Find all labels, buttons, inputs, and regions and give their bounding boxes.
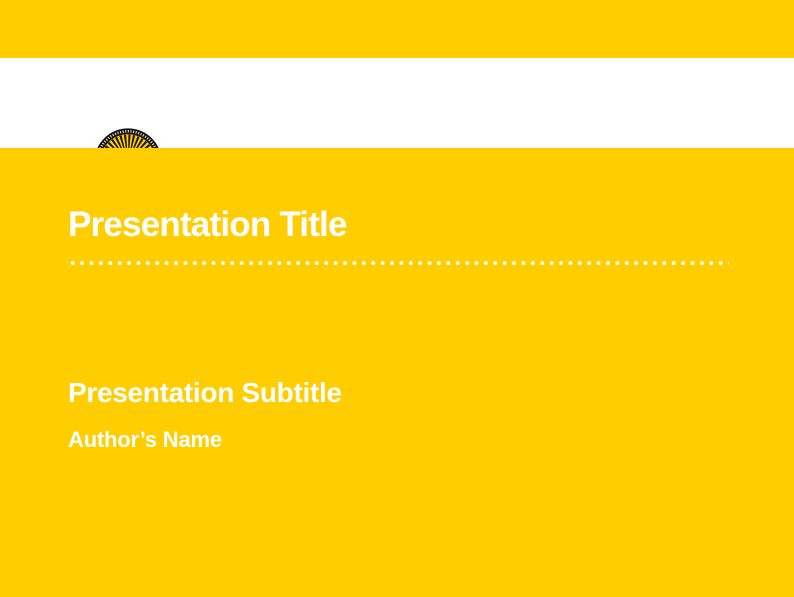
logo-band: Utrecht University	[0, 58, 794, 148]
presentation-title-slide: Utrecht University Presentation Title Pr…	[0, 0, 794, 597]
top-yellow-band	[0, 0, 794, 58]
author-name: Author’s Name	[68, 426, 222, 453]
dotted-divider-line	[68, 259, 729, 267]
presentation-subtitle: Presentation Subtitle	[68, 376, 342, 409]
presentation-title: Presentation Title	[68, 204, 347, 246]
